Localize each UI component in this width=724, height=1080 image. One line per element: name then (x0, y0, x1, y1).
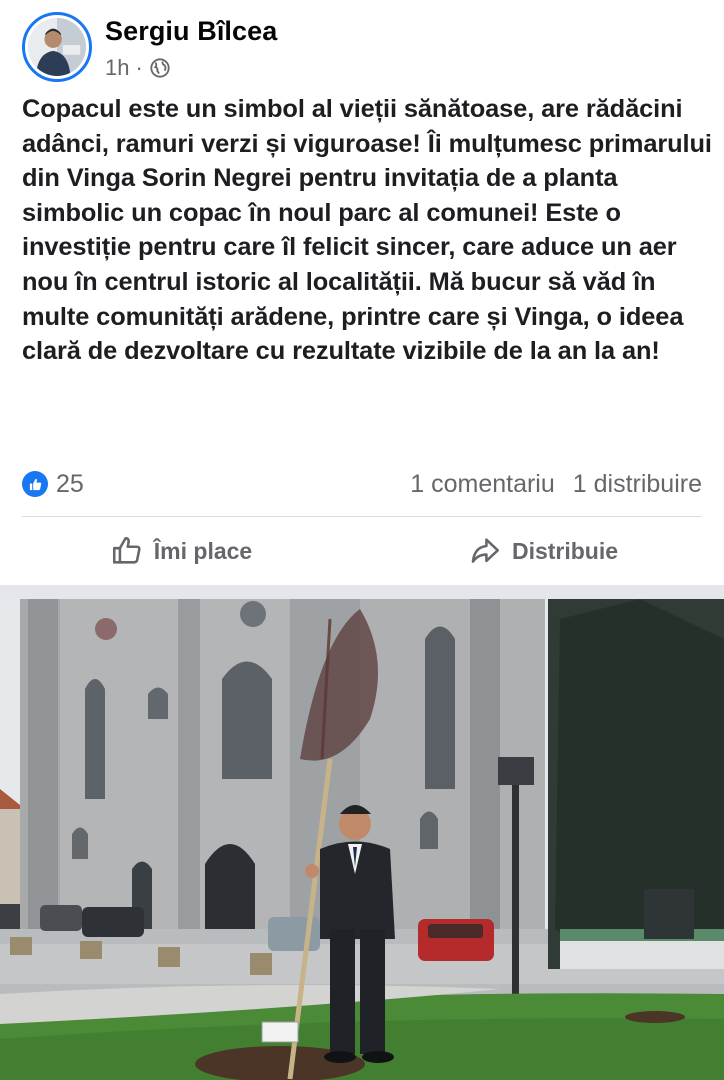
avatar-image (28, 18, 86, 76)
thumbs-up-icon (112, 536, 141, 564)
post-header: Sergiu Bîlcea 1h · (22, 12, 277, 84)
like-button-label: Îmi place (153, 537, 253, 564)
church-tree-planting-image (0, 599, 724, 1080)
avatar[interactable] (22, 12, 92, 82)
divider (22, 516, 702, 517)
avatar-photo (28, 18, 86, 76)
post-subline: 1h · (105, 55, 277, 81)
like-reaction-icon (22, 471, 48, 497)
post-meta: Sergiu Bîlcea 1h · (105, 16, 277, 81)
globe-icon (149, 57, 171, 79)
action-bar: Îmi place Distribuie (0, 526, 724, 576)
share-button-label: Distribuie (511, 537, 619, 564)
share-button[interactable]: Distribuie (362, 526, 724, 576)
reaction-stats: 25 1 comentariu 1 distribuire (22, 466, 702, 502)
comment-count[interactable]: 1 comentariu (410, 470, 555, 499)
post-text: Copacul este un simbol al vieții sănătoa… (22, 95, 712, 366)
share-arrow-icon (471, 538, 499, 563)
post-photo[interactable] (0, 599, 724, 1080)
like-button[interactable]: Îmi place (0, 526, 362, 576)
share-count[interactable]: 1 distribuire (573, 470, 702, 499)
separator-dot: · (135, 55, 143, 80)
like-summary[interactable]: 25 (22, 470, 84, 499)
like-count: 25 (56, 469, 84, 498)
post-time[interactable]: 1h (105, 55, 129, 81)
engagement-counts: 1 comentariu 1 distribuire (410, 470, 702, 499)
author-name[interactable]: Sergiu Bîlcea (105, 16, 277, 47)
feed-separator (0, 585, 724, 599)
